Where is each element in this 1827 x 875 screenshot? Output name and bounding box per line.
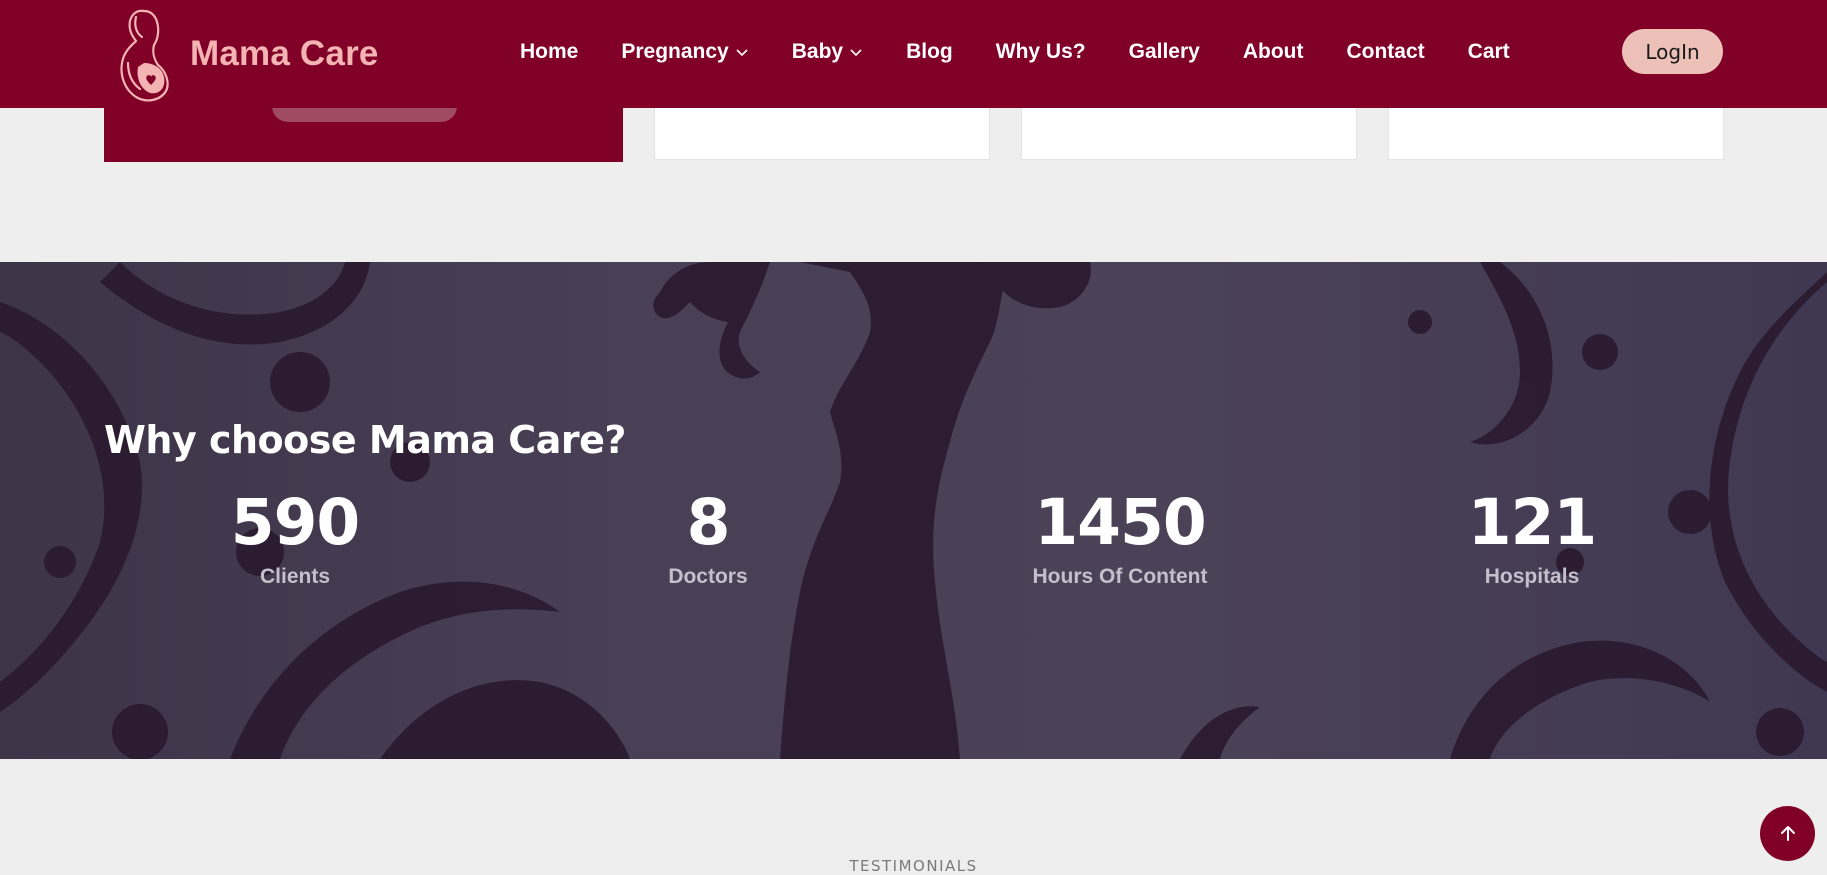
nav-about[interactable]: About — [1243, 40, 1304, 64]
stat-doctors: 8 Doctors — [538, 487, 878, 589]
service-card — [1021, 108, 1357, 160]
site-header: Mama Care Home Pregnancy Baby Blog Why U… — [0, 0, 1827, 108]
nav-gallery[interactable]: Gallery — [1129, 40, 1200, 64]
stat-label: Hospitals — [1484, 565, 1580, 588]
nav-baby-label: Baby — [791, 40, 844, 63]
nav-cart-label: Cart — [1467, 40, 1510, 63]
nav-cart[interactable]: Cart — [1468, 40, 1510, 64]
brand-logo[interactable]: Mama Care — [114, 5, 379, 103]
nav-about-label: About — [1242, 40, 1304, 63]
nav-home-label: Home — [520, 40, 579, 63]
nav-home[interactable]: Home — [520, 40, 578, 64]
nav-contact-label: Contact — [1346, 40, 1425, 63]
why-choose-section: Why choose Mama Care? 590 Clients 8 Doct… — [0, 262, 1827, 759]
service-card — [654, 108, 990, 160]
service-card — [1388, 108, 1724, 160]
stat-label: Doctors — [668, 565, 748, 588]
stat-hours: 1450 Hours Of Content — [950, 487, 1290, 589]
stat-hospitals: 121 Hospitals — [1362, 487, 1702, 589]
pregnant-woman-icon — [120, 9, 169, 102]
chevron-down-icon — [736, 49, 748, 57]
scroll-to-top-button[interactable] — [1760, 806, 1815, 861]
brand-name: Mama Care — [190, 34, 379, 73]
main-nav: Home Pregnancy Baby Blog Why Us? Gallery… — [520, 0, 1553, 104]
nav-gallery-label: Gallery — [1128, 40, 1200, 63]
stat-value: 121 — [1467, 486, 1598, 559]
nav-blog[interactable]: Blog — [906, 40, 953, 64]
nav-blog-label: Blog — [906, 40, 953, 63]
nav-pregnancy-label: Pregnancy — [621, 40, 729, 63]
nav-why-us-label: Why Us? — [995, 40, 1086, 63]
why-section-title: Why choose Mama Care? — [104, 417, 626, 462]
stat-clients: 590 Clients — [125, 487, 465, 589]
testimonials-eyebrow: TESTIMONIALS — [849, 857, 978, 875]
stat-value: 8 — [686, 486, 731, 559]
nav-baby[interactable]: Baby — [792, 40, 863, 64]
stat-label: Hours Of Content — [1032, 565, 1208, 588]
featured-card — [104, 102, 623, 162]
nav-contact[interactable]: Contact — [1346, 40, 1424, 64]
login-button[interactable]: LogIn — [1622, 29, 1723, 74]
stat-value: 1450 — [1034, 486, 1206, 559]
arrow-up-icon — [1780, 825, 1795, 841]
stat-value: 590 — [230, 486, 361, 559]
nav-pregnancy[interactable]: Pregnancy — [621, 40, 748, 64]
nav-why-us[interactable]: Why Us? — [996, 40, 1086, 64]
stat-label: Clients — [259, 565, 330, 588]
chevron-down-icon — [850, 49, 862, 57]
